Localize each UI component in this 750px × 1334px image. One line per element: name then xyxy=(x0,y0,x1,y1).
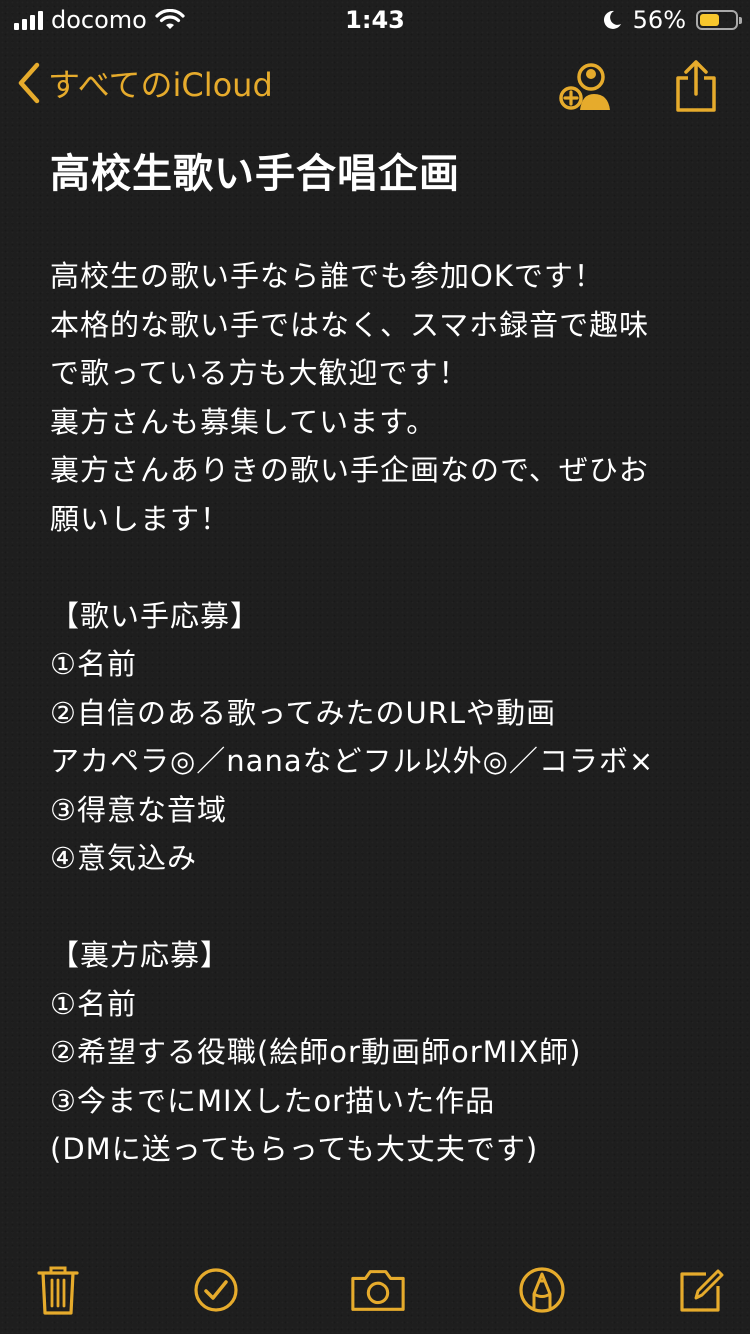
camera-button[interactable] xyxy=(348,1258,408,1322)
share-icon[interactable] xyxy=(668,60,724,112)
note-line: ③今までにMIXしたor描いた作品 xyxy=(50,1083,496,1118)
delete-button[interactable] xyxy=(28,1258,88,1322)
note-line: ④意気込み xyxy=(50,841,197,875)
note-line: 高校生の歌い手なら誰でも参加OKです！ xyxy=(50,259,604,293)
nav-bar: すべてのiCloud xyxy=(0,50,750,120)
note-body[interactable]: 高校生歌い手合唱企画 高校生の歌い手なら誰でも参加OKです！ 本格的な歌い手ではな… xyxy=(50,140,720,1174)
note-line: ②自信のある歌ってみたのURLや動画 xyxy=(50,695,557,730)
note-line: ③得意な音域 xyxy=(50,792,227,827)
trash-icon xyxy=(37,1266,79,1315)
camera-icon xyxy=(351,1270,405,1311)
battery-level xyxy=(700,14,719,26)
checklist-icon xyxy=(194,1268,238,1312)
note-lines: 高校生の歌い手なら誰でも参加OKです！ 本格的な歌い手ではなく、スマホ録音で趣味で… xyxy=(50,252,720,1174)
battery-icon xyxy=(696,10,742,30)
note-line: 【裏方応募】 xyxy=(50,938,231,972)
note-line: ①名前 xyxy=(50,647,137,681)
markup-icon xyxy=(519,1267,565,1313)
note-line: アカペラ◎／nanaなどフル以外◎／コラボ× xyxy=(50,744,655,778)
back-button[interactable]: すべてのiCloud xyxy=(16,60,273,106)
markup-button[interactable] xyxy=(512,1258,572,1322)
moon-icon xyxy=(603,10,621,29)
note-line: 裏方さんありきの歌い手企画なので、ぜひお xyxy=(50,453,649,487)
status-bar: docomo 1:43 56% xyxy=(0,0,750,40)
chevron-left-icon xyxy=(18,62,40,104)
note-line xyxy=(50,543,720,592)
compose-icon xyxy=(680,1269,724,1312)
checklist-button[interactable] xyxy=(186,1258,246,1322)
note-title: 高校生歌い手合唱企画 xyxy=(50,151,460,197)
note-line: 本格的な歌い手ではなく、スマホ録音で趣味 xyxy=(50,307,650,342)
back-label: すべてのiCloud xyxy=(48,66,273,104)
note-line: 【歌い手応募】 xyxy=(50,598,261,633)
note-line: で歌っている方も大歓迎です！ xyxy=(50,356,469,390)
note-line xyxy=(50,883,720,932)
battery-percent: 56% xyxy=(632,6,686,34)
note-line: (DMに送ってもらっても大丈夫です) xyxy=(50,1132,539,1166)
status-right: 56% xyxy=(601,6,742,34)
note-line: 願いします！ xyxy=(50,501,231,536)
note-line: 裏方さんも募集しています。 xyxy=(50,404,437,439)
compose-button[interactable] xyxy=(670,1258,730,1322)
note-line: ①名前 xyxy=(50,986,137,1021)
note-line: ②希望する役職(絵師or動画師orMIX師) xyxy=(50,1035,582,1069)
add-person-icon[interactable] xyxy=(558,60,614,112)
bottom-toolbar xyxy=(0,1258,750,1322)
